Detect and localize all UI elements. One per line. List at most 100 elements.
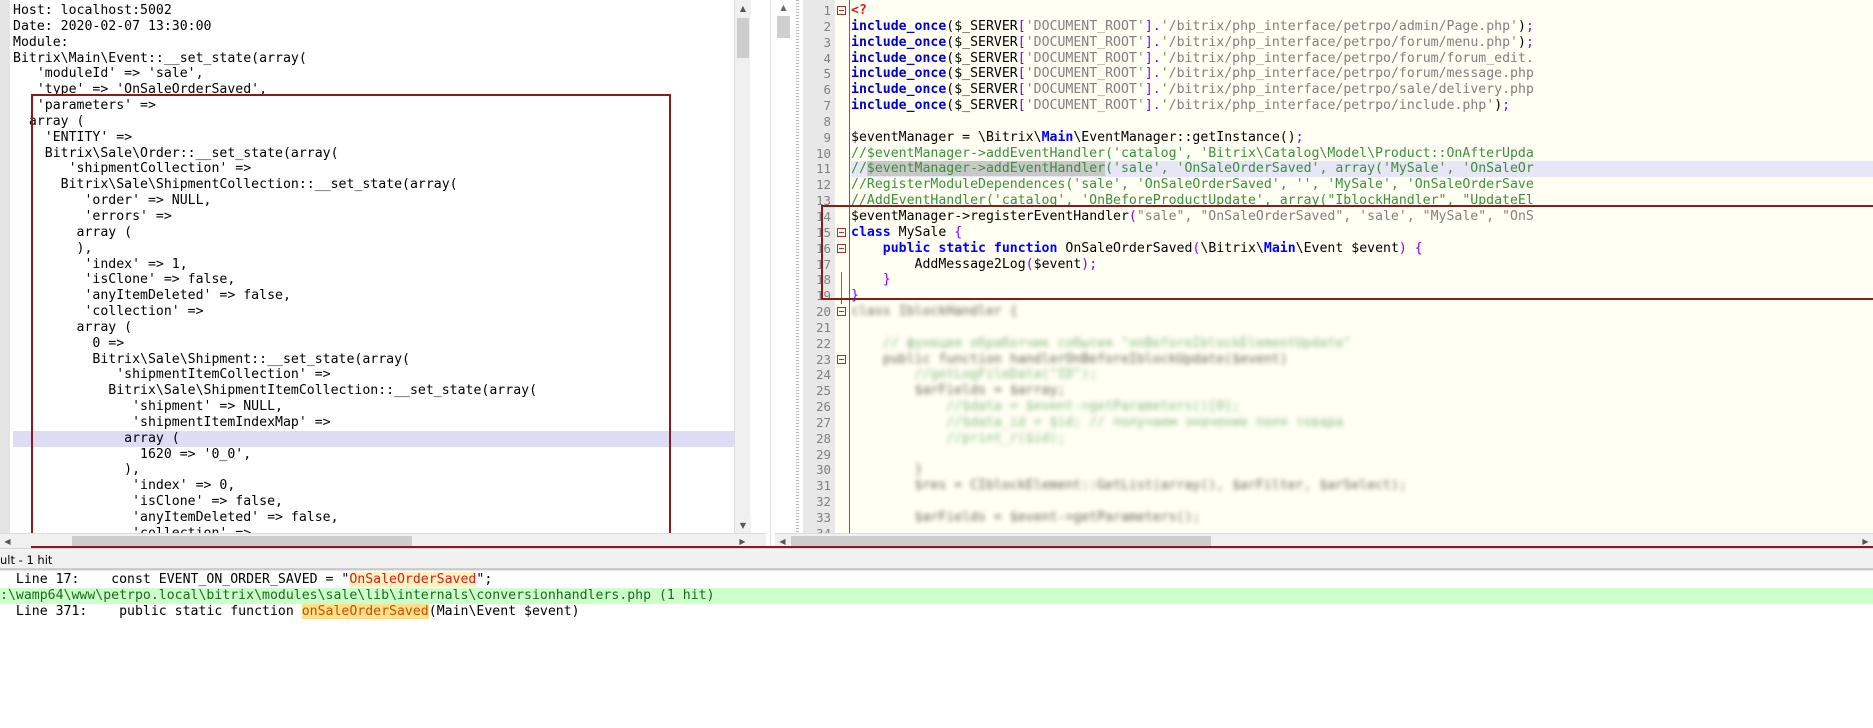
code-editor-panel[interactable]: ▲ 1 2 3 4 5 6 7 8 9 10 11 12 13 14 15 16 17 18 19 20 21 22 23 2…: [775, 0, 1873, 548]
editor-fold-slot[interactable]: [835, 225, 849, 241]
editor-fold-slot[interactable]: [835, 352, 849, 368]
editor-fold-slot: [835, 272, 849, 289]
code-token: [: [1017, 34, 1026, 50]
editor-code-line: [851, 494, 1873, 510]
editor-line-number: 25: [816, 383, 831, 399]
dump-left-gutter: [0, 0, 10, 548]
editor-code-line: public static function OnSaleOrderSaved(…: [851, 241, 1873, 257]
fold-collapse-icon[interactable]: [837, 354, 846, 364]
code-token: $arFields = $event->getParameters();: [851, 510, 1201, 525]
editor-line-number: 21: [816, 319, 831, 335]
editor-line-number: 18: [816, 272, 831, 288]
editor-code-line: include_once($_SERVER['DOCUMENT_ROOT'].'…: [851, 19, 1873, 35]
fold-collapse-icon[interactable]: [837, 307, 846, 317]
editor-code-line: [851, 114, 1873, 130]
find-results-list[interactable]: Line 17: const EVENT_ON_ORDER_SAVED = "O…: [0, 572, 1873, 728]
editor-code-line: include_once($_SERVER['DOCUMENT_ROOT'].'…: [851, 66, 1873, 82]
editor-line-number: 26: [816, 399, 831, 415]
code-token: '/bitrix/php_interface/petrpo/admin/Page…: [1160, 18, 1518, 34]
find-results-tabbar[interactable]: ult - 1 hit: [0, 552, 1873, 569]
dump-line: 1620 => '0_0',: [13, 446, 252, 462]
editor-vscroll-thumb[interactable]: [777, 16, 790, 38]
scroll-left-icon[interactable]: ◀: [0, 534, 15, 548]
editor-fold-slot: [835, 431, 849, 447]
code-token: .: [1152, 18, 1161, 34]
code-token: '/bitrix/php_interface/petrpo/sale/deliv…: [1160, 82, 1534, 98]
editor-line-number: 27: [816, 414, 831, 430]
code-token: Main: [1263, 240, 1296, 256]
editor-line-number: 13: [816, 193, 831, 209]
editor-vertical-scrollbar[interactable]: ▲: [775, 0, 792, 533]
code-token: 'DOCUMENT_ROOT': [1025, 98, 1145, 114]
dump-vertical-scrollbar[interactable]: ▲ ▼: [734, 0, 751, 533]
editor-code-line: include_once($_SERVER['DOCUMENT_ROOT'].'…: [851, 82, 1873, 98]
dump-line: Bitrix\Sale\ShipmentItemCollection::__se…: [13, 383, 538, 399]
editor-scroll-up-icon[interactable]: ▲: [775, 0, 792, 15]
dump-line: Host: localhost:5002: [13, 3, 172, 18]
dump-text-area[interactable]: Host: localhost:5002 Date: 2020-02-07 13:…: [10, 0, 750, 533]
result-line-prefix: Line 17: const EVENT_ON_ORDER_SAVED = ": [0, 572, 350, 587]
editor-text-area[interactable]: <? include_once($_SERVER['DOCUMENT_ROOT']…: [851, 0, 1873, 533]
code-token: .: [1152, 34, 1161, 50]
fold-collapse-icon[interactable]: [837, 6, 846, 15]
editor-fold-slot[interactable]: [835, 304, 849, 320]
fold-collapse-icon[interactable]: [837, 227, 846, 237]
code-token: [: [1017, 98, 1026, 114]
application-window: Host: localhost:5002 Date: 2020-02-07 13:…: [0, 0, 1873, 728]
code-token: //AddEventHandler('catalog', 'OnBeforePr…: [851, 193, 1534, 209]
event-dump-panel[interactable]: Host: localhost:5002 Date: 2020-02-07 13:…: [0, 0, 766, 548]
editor-fold-slot: [835, 288, 849, 305]
dump-line: 'index' => 0,: [13, 478, 236, 494]
result-file-path[interactable]: :\wamp64\www\petrpo.local\bitrix\modules…: [0, 587, 1873, 604]
dump-vscroll-thumb[interactable]: [737, 18, 749, 58]
scroll-up-icon[interactable]: ▲: [735, 0, 751, 16]
dump-line: Module:: [13, 34, 69, 50]
editor-code-folding-margin[interactable]: [835, 0, 849, 533]
code-token: '/bitrix/php_interface/petrpo/forum/foru…: [1160, 50, 1534, 66]
editor-fold-slot: [835, 130, 849, 146]
panel-splitter[interactable]: [766, 0, 775, 548]
editor-line-number: 7: [823, 98, 831, 114]
editor-fold-slot: [835, 98, 849, 114]
code-token: $_SERVER: [954, 98, 1018, 114]
code-token: $_SERVER: [954, 50, 1018, 66]
code-token: $_SERVER: [954, 66, 1018, 82]
editor-code-line: [851, 447, 1873, 463]
scroll-down-icon[interactable]: ▼: [735, 517, 751, 533]
code-token: ]: [1144, 66, 1153, 82]
code-token: }: [851, 288, 859, 304]
code-token: .: [1152, 66, 1161, 82]
code-token: $_SERVER: [954, 18, 1018, 34]
dump-line: Date: 2020-02-07 13:30:00: [13, 18, 212, 34]
editor-bookmark-margin[interactable]: [792, 0, 803, 533]
dump-line: 'ENTITY' =>: [13, 129, 141, 145]
dump-line: 'index' => 1,: [13, 256, 188, 272]
editor-line-number: 4: [823, 50, 831, 66]
code-token: (): [1279, 129, 1296, 145]
find-results-tab-label[interactable]: ult - 1 hit: [0, 553, 52, 567]
code-token: [: [1017, 82, 1026, 98]
code-token: ): [1398, 240, 1407, 256]
editor-line-number: 6: [823, 82, 831, 98]
code-token: .: [1152, 98, 1161, 114]
editor-fold-slot[interactable]: [835, 241, 849, 257]
code-token: \Event: [1295, 240, 1352, 256]
dump-line: 'type' => 'OnSaleOrderSaved',: [13, 82, 268, 98]
find-results-panel: ult - 1 hit Line 17: const EVENT_ON_ORDE…: [0, 552, 1873, 728]
editor-code-line: //$data_id = $id; // получаем значение п…: [851, 415, 1873, 431]
code-token: }: [851, 462, 923, 478]
code-token: $res = CIblockElement::GetList(array(), …: [851, 478, 1407, 494]
editor-code-line: //$eventManager->addEventHandler('sale',…: [851, 161, 1873, 178]
code-token: '/bitrix/php_interface/petrpo/forum/menu…: [1160, 34, 1518, 50]
editor-fold-slot: [835, 161, 849, 177]
editor-line-number: 31: [816, 478, 831, 494]
fold-collapse-icon[interactable]: [837, 243, 846, 253]
result-row-line-17[interactable]: Line 17: const EVENT_ON_ORDER_SAVED = "O…: [0, 572, 1873, 588]
editor-fold-slot[interactable]: [835, 3, 849, 19]
editor-code-line: //$eventManager->addEventHandler('catalo…: [851, 146, 1873, 162]
code-token: OnSaleOrderSaved: [1057, 240, 1193, 256]
result-row-line-371[interactable]: Line 371: public static function onSaleO…: [0, 603, 1873, 620]
code-token: $_SERVER: [954, 82, 1018, 98]
dump-line: array (: [13, 430, 750, 447]
